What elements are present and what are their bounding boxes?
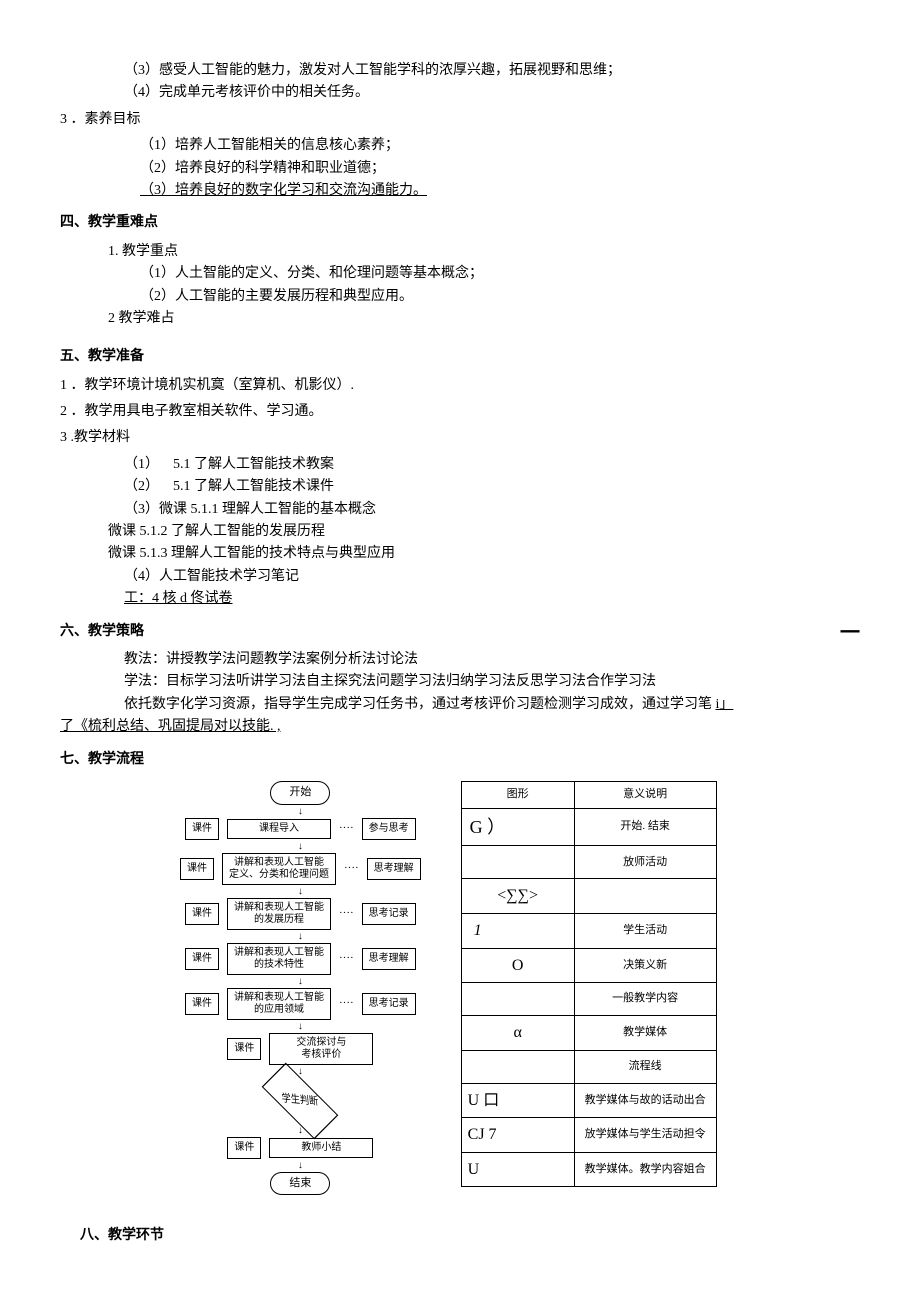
flow-node: 课程导入 [227, 819, 331, 839]
dash-icon: 一 [840, 617, 860, 649]
text: 1. 教学重点 [108, 241, 860, 263]
text: 2 教学难占 [108, 308, 860, 330]
flow-media: 课件 [180, 858, 214, 880]
text: （2）培养良好的科学精神和职业道德； [140, 158, 860, 180]
legend-table: 图形意义说明 G ）开始. 结束 放师活动 <∑∑> 1学生活动 O决策义新 一… [461, 781, 717, 1188]
text: 学法：目标学习法听讲学习法自主探究法问题学习法归纳学习法反思学习法合作学习法 [124, 671, 860, 693]
section8-title: 八、教学环节 [80, 1225, 860, 1247]
flow-node: 交流探讨与 考核评价 [269, 1033, 373, 1065]
flow-node: 讲解和表现人工智能 的应用领域 [227, 988, 331, 1020]
text: 微课 5.1.3 理解人工智能的技术特点与典型应用 [108, 543, 860, 565]
flow-side: 参与思考 [362, 818, 416, 840]
text: （2） [124, 479, 159, 494]
flow-end: 结束 [270, 1172, 330, 1196]
flow-side: 思考理解 [362, 948, 416, 970]
text: （3）感受人工智能的魅力，激发对人工智能学科的浓厚兴趣，拓展视野和思维； [124, 60, 860, 82]
flow-media: 课件 [185, 993, 219, 1015]
flow-start: 开始 [270, 781, 330, 805]
text: 5.1 了解人工智能技术课件 [173, 479, 334, 494]
flow-media: 课件 [185, 903, 219, 925]
section4-title: 四、教学重难点 [60, 212, 860, 234]
flowchart-area: 开始 ↓ 课件课程导入····参与思考 ↓ 课件讲解和表现人工智能 定义、分类和… [180, 781, 860, 1195]
flowchart: 开始 ↓ 课件课程导入····参与思考 ↓ 课件讲解和表现人工智能 定义、分类和… [180, 781, 421, 1195]
text: 微课 5.1.2 了解人工智能的发展历程 [108, 521, 860, 543]
flow-node: 讲解和表现人工智能 的发展历程 [227, 898, 331, 930]
text: 工：4 核 d 佟试卷 [124, 588, 860, 610]
flow-media: 课件 [227, 1137, 261, 1159]
flow-media: 课件 [185, 818, 219, 840]
section5-title: 五、教学准备 [60, 346, 860, 368]
text: （4）完成单元考核评价中的相关任务。 [124, 82, 860, 104]
flow-media: 课件 [185, 948, 219, 970]
text: 教法：讲授教学法问题教学法案例分析法讨论法 [124, 649, 860, 671]
text: 5.1 了解人工智能技术教案 [173, 457, 334, 472]
flow-side: 思考记录 [362, 993, 416, 1015]
text: （1）人土智能的定义、分类、和伦理问题等基本概念； [140, 263, 860, 285]
flow-media: 课件 [227, 1038, 261, 1060]
goal3-num: 3 ．素养目标 [60, 109, 860, 131]
text: 3 .教学材料 [60, 427, 860, 449]
text: 依托数字化学习资源，指导学生完成学习任务书，通过考核评价习题检测学习成效，通过学… [124, 694, 860, 716]
text: （2）人工智能的主要发展历程和典型应用。 [140, 286, 860, 308]
text: （1）培养人工智能相关的信息核心素养； [140, 135, 860, 157]
text: （1） [124, 457, 159, 472]
text: （3）微课 5.1.1 理解人工智能的基本概念 [124, 499, 860, 521]
section7-title: 七、教学流程 [60, 749, 860, 771]
text: 2 ．教学用具电子教室相关软件、学习通。 [60, 401, 860, 423]
text: （3）培养良好的数字化学习和交流沟通能力。 [140, 180, 860, 202]
text: （4）人工智能技术学习笔记 [124, 566, 860, 588]
section6-title: 六、教学策略 一 [60, 621, 860, 643]
flow-node: 讲解和表现人工智能 的技术特性 [227, 943, 331, 975]
flow-side: 思考记录 [362, 903, 416, 925]
flow-side: 思考理解 [367, 858, 421, 880]
text: 了《梳利总结、巩固提局对以技能. , [60, 716, 860, 738]
text: 1 ．教学环境计境机实机寞（室算机、机影仪）. [60, 375, 860, 397]
flow-node: 教师小结 [269, 1138, 373, 1158]
flow-node: 讲解和表现人工智能 定义、分类和伦理问题 [222, 853, 336, 885]
